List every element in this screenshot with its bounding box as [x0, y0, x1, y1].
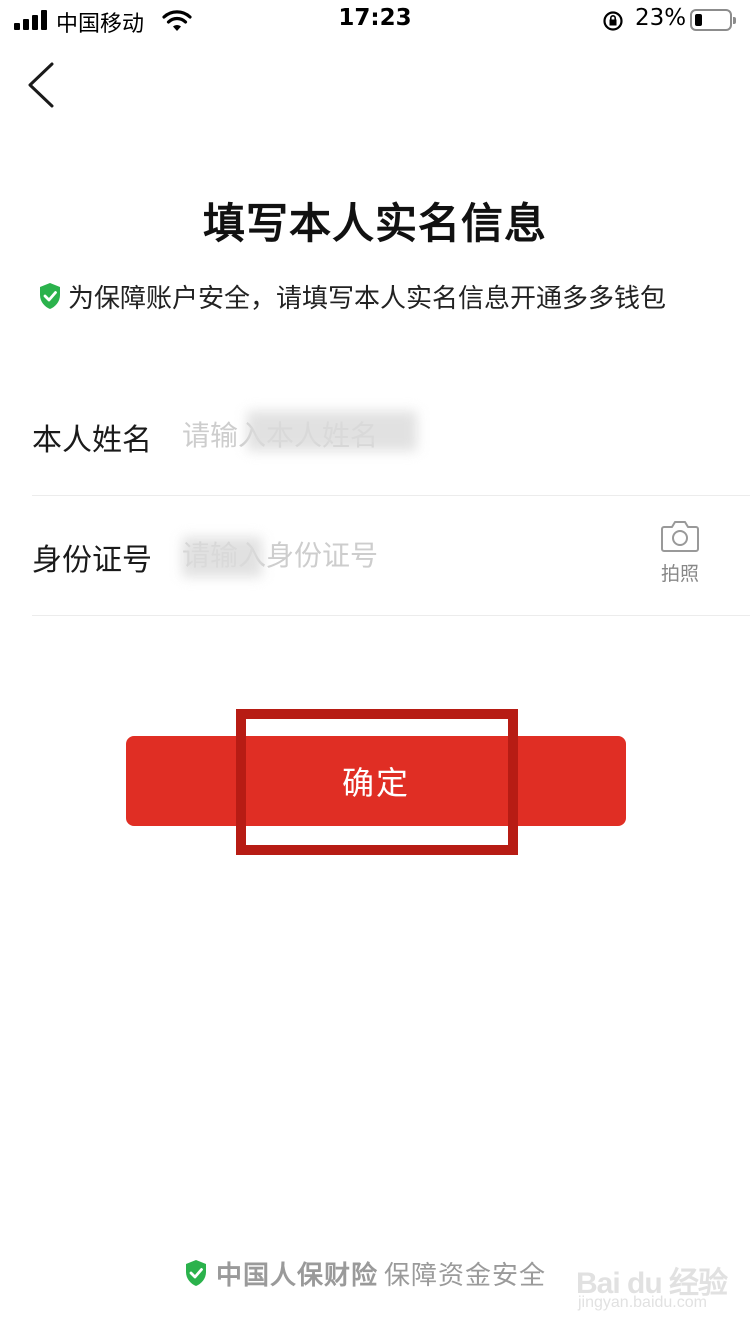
name-row: 本人姓名 — [32, 375, 750, 496]
baidu-watermark: Bai du 经验 jingyan.baidu.com — [576, 1258, 736, 1318]
footer-insurance: 中国人保财险 保障资金安全 — [184, 1254, 546, 1292]
security-notice: 为保障账户安全，请填写本人实名信息开通多多钱包 — [38, 276, 666, 316]
watermark-url: jingyan.baidu.com — [578, 1294, 707, 1311]
footer-brand: 中国人保财险 — [216, 1260, 379, 1291]
chevron-left-icon — [28, 62, 54, 108]
status-bar: 中国移动 17:23 23% — [0, 0, 750, 40]
page-title: 填写本人实名信息 — [202, 199, 547, 248]
camera-button[interactable]: 拍照 — [652, 519, 708, 591]
notice-text: 为保障账户安全，请填写本人实名信息开通多多钱包 — [68, 283, 667, 314]
id-number-row: 身份证号 拍照 — [32, 495, 750, 616]
id-number-input[interactable] — [182, 531, 622, 579]
battery-icon — [690, 9, 736, 31]
battery-percent: 23% — [635, 5, 687, 31]
back-button[interactable] — [20, 56, 70, 114]
watermark-logo: Bai du 经验 — [576, 1267, 728, 1300]
camera-icon — [661, 521, 699, 552]
battery-level — [695, 14, 702, 26]
shield-check-icon — [186, 1260, 206, 1286]
footer-text: 保障资金安全 — [384, 1260, 547, 1291]
rotation-lock-icon — [603, 11, 623, 31]
name-input[interactable] — [182, 411, 622, 459]
shield-check-icon — [40, 283, 60, 309]
id-number-label: 身份证号 — [32, 543, 152, 578]
confirm-button[interactable]: 确定 — [126, 736, 626, 826]
camera-label: 拍照 — [660, 563, 699, 585]
name-label: 本人姓名 — [32, 423, 152, 458]
